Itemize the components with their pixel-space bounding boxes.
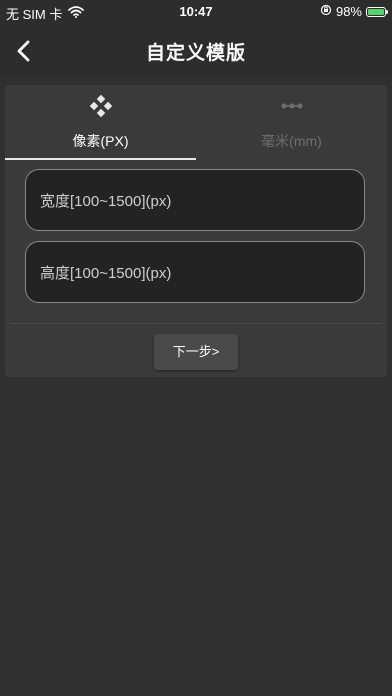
nav-bar: 自定义模版: [0, 24, 392, 78]
status-bar: 无 SIM 卡 10:47 98%: [0, 0, 392, 24]
battery-charging-icon: [366, 6, 388, 17]
tab-mm-label: 毫米(mm): [261, 133, 322, 149]
status-right: 98%: [320, 4, 388, 19]
tab-px[interactable]: 像素(PX): [5, 85, 196, 161]
ruler-dots-icon: [196, 95, 387, 117]
orientation-lock-icon: [320, 4, 332, 19]
divider: [10, 323, 382, 324]
tab-active-indicator: [5, 158, 196, 160]
page-title: 自定义模版: [145, 43, 246, 64]
height-field-box: [25, 241, 365, 304]
diamond-grid-icon: [5, 94, 196, 118]
battery-percent: 98%: [335, 4, 362, 19]
tab-px-label: 像素(PX): [72, 133, 129, 149]
height-input[interactable]: [38, 242, 352, 304]
next-step-button[interactable]: 下一步>: [154, 334, 238, 370]
width-field-box: [25, 169, 365, 232]
template-card: 像素(PX) 毫米(mm) 下一步>: [5, 85, 387, 377]
battery-level: [368, 8, 384, 15]
tab-mm[interactable]: 毫米(mm): [196, 85, 387, 161]
width-input[interactable]: [38, 170, 352, 232]
app-screen: 无 SIM 卡 10:47 98% 自定义模版 像素(PX) 毫米(mm) 宽度…: [0, 0, 392, 696]
